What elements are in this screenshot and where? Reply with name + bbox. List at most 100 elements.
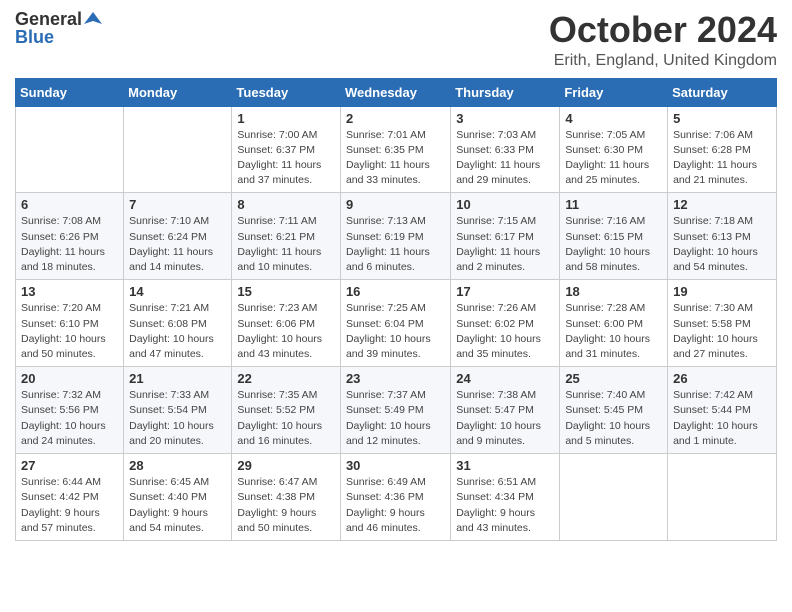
month-title: October 2024 bbox=[549, 10, 777, 50]
day-info: Sunrise: 7:10 AM Sunset: 6:24 PM Dayligh… bbox=[129, 214, 226, 275]
day-info: Sunrise: 7:23 AM Sunset: 6:06 PM Dayligh… bbox=[237, 301, 335, 362]
weekday-header-wednesday: Wednesday bbox=[340, 78, 450, 106]
day-cell: 10 Sunrise: 7:15 AM Sunset: 6:17 PM Dayli… bbox=[451, 193, 560, 280]
day-number: 9 bbox=[346, 197, 445, 212]
day-info: Sunrise: 6:45 AM Sunset: 4:40 PM Dayligh… bbox=[129, 475, 226, 536]
title-section: October 2024 Erith, England, United King… bbox=[549, 10, 777, 70]
day-info: Sunrise: 7:11 AM Sunset: 6:21 PM Dayligh… bbox=[237, 214, 335, 275]
day-cell: 3Sunrise: 7:03 AM Sunset: 6:33 PM Daylig… bbox=[451, 106, 560, 193]
day-cell: 14 Sunrise: 7:21 AM Sunset: 6:08 PM Dayli… bbox=[124, 280, 232, 367]
day-cell: 21 Sunrise: 7:33 AM Sunset: 5:54 PM Dayli… bbox=[124, 367, 232, 454]
day-number: 19 bbox=[673, 284, 771, 299]
day-info: Sunrise: 7:01 AM Sunset: 6:35 PM Dayligh… bbox=[346, 128, 445, 189]
day-info: Sunrise: 7:35 AM Sunset: 5:52 PM Dayligh… bbox=[237, 388, 335, 449]
day-number: 6 bbox=[21, 197, 118, 212]
day-cell: 16 Sunrise: 7:25 AM Sunset: 6:04 PM Dayli… bbox=[340, 280, 450, 367]
weekday-header-saturday: Saturday bbox=[668, 78, 777, 106]
day-number: 11 bbox=[565, 197, 662, 212]
day-number: 12 bbox=[673, 197, 771, 212]
day-info: Sunrise: 7:25 AM Sunset: 6:04 PM Dayligh… bbox=[346, 301, 445, 362]
page-header: General Blue October 2024 Erith, England… bbox=[15, 10, 777, 70]
day-info: Sunrise: 7:30 AM Sunset: 5:58 PM Dayligh… bbox=[673, 301, 771, 362]
day-number: 18 bbox=[565, 284, 662, 299]
day-number: 24 bbox=[456, 371, 554, 386]
day-info: Sunrise: 7:32 AM Sunset: 5:56 PM Dayligh… bbox=[21, 388, 118, 449]
day-info: Sunrise: 6:47 AM Sunset: 4:38 PM Dayligh… bbox=[237, 475, 335, 536]
day-number: 22 bbox=[237, 371, 335, 386]
logo-general-text: General bbox=[15, 10, 82, 28]
day-cell: 22 Sunrise: 7:35 AM Sunset: 5:52 PM Dayli… bbox=[232, 367, 341, 454]
day-info: Sunrise: 7:05 AM Sunset: 6:30 PM Dayligh… bbox=[565, 128, 662, 189]
day-cell: 24 Sunrise: 7:38 AM Sunset: 5:47 PM Dayli… bbox=[451, 367, 560, 454]
day-info: Sunrise: 7:18 AM Sunset: 6:13 PM Dayligh… bbox=[673, 214, 771, 275]
day-cell: 28 Sunrise: 6:45 AM Sunset: 4:40 PM Dayli… bbox=[124, 454, 232, 541]
day-cell: 26 Sunrise: 7:42 AM Sunset: 5:44 PM Dayli… bbox=[668, 367, 777, 454]
weekday-header-thursday: Thursday bbox=[451, 78, 560, 106]
day-number: 16 bbox=[346, 284, 445, 299]
weekday-header-tuesday: Tuesday bbox=[232, 78, 341, 106]
weekday-header-friday: Friday bbox=[560, 78, 668, 106]
day-number: 28 bbox=[129, 458, 226, 473]
day-cell: 12 Sunrise: 7:18 AM Sunset: 6:13 PM Dayli… bbox=[668, 193, 777, 280]
day-cell: 15 Sunrise: 7:23 AM Sunset: 6:06 PM Dayli… bbox=[232, 280, 341, 367]
day-cell: 5 Sunrise: 7:06 AM Sunset: 6:28 PM Daylig… bbox=[668, 106, 777, 193]
day-cell: 1Sunrise: 7:00 AM Sunset: 6:37 PM Daylig… bbox=[232, 106, 341, 193]
day-number: 21 bbox=[129, 371, 226, 386]
day-cell bbox=[668, 454, 777, 541]
day-info: Sunrise: 6:49 AM Sunset: 4:36 PM Dayligh… bbox=[346, 475, 445, 536]
week-row-1: 1Sunrise: 7:00 AM Sunset: 6:37 PM Daylig… bbox=[16, 106, 777, 193]
day-cell: 6Sunrise: 7:08 AM Sunset: 6:26 PM Daylig… bbox=[16, 193, 124, 280]
day-number: 29 bbox=[237, 458, 335, 473]
location-title: Erith, England, United Kingdom bbox=[549, 52, 777, 70]
day-number: 15 bbox=[237, 284, 335, 299]
day-info: Sunrise: 7:13 AM Sunset: 6:19 PM Dayligh… bbox=[346, 214, 445, 275]
day-info: Sunrise: 7:42 AM Sunset: 5:44 PM Dayligh… bbox=[673, 388, 771, 449]
day-info: Sunrise: 7:33 AM Sunset: 5:54 PM Dayligh… bbox=[129, 388, 226, 449]
day-cell: 31 Sunrise: 6:51 AM Sunset: 4:34 PM Dayli… bbox=[451, 454, 560, 541]
day-cell bbox=[16, 106, 124, 193]
day-cell: 19 Sunrise: 7:30 AM Sunset: 5:58 PM Dayli… bbox=[668, 280, 777, 367]
day-info: Sunrise: 7:26 AM Sunset: 6:02 PM Dayligh… bbox=[456, 301, 554, 362]
day-cell: 20 Sunrise: 7:32 AM Sunset: 5:56 PM Dayli… bbox=[16, 367, 124, 454]
day-cell: 13Sunrise: 7:20 AM Sunset: 6:10 PM Dayli… bbox=[16, 280, 124, 367]
day-number: 5 bbox=[673, 111, 771, 126]
day-number: 3 bbox=[456, 111, 554, 126]
day-number: 10 bbox=[456, 197, 554, 212]
week-row-3: 13Sunrise: 7:20 AM Sunset: 6:10 PM Dayli… bbox=[16, 280, 777, 367]
weekday-header-sunday: Sunday bbox=[16, 78, 124, 106]
day-cell: 18 Sunrise: 7:28 AM Sunset: 6:00 PM Dayli… bbox=[560, 280, 668, 367]
weekday-header-row: SundayMondayTuesdayWednesdayThursdayFrid… bbox=[16, 78, 777, 106]
week-row-5: 27Sunrise: 6:44 AM Sunset: 4:42 PM Dayli… bbox=[16, 454, 777, 541]
day-cell: 23 Sunrise: 7:37 AM Sunset: 5:49 PM Dayli… bbox=[340, 367, 450, 454]
logo-blue-text: Blue bbox=[15, 28, 54, 46]
day-info: Sunrise: 7:15 AM Sunset: 6:17 PM Dayligh… bbox=[456, 214, 554, 275]
day-info: Sunrise: 7:28 AM Sunset: 6:00 PM Dayligh… bbox=[565, 301, 662, 362]
week-row-2: 6Sunrise: 7:08 AM Sunset: 6:26 PM Daylig… bbox=[16, 193, 777, 280]
day-info: Sunrise: 7:06 AM Sunset: 6:28 PM Dayligh… bbox=[673, 128, 771, 189]
day-info: Sunrise: 7:37 AM Sunset: 5:49 PM Dayligh… bbox=[346, 388, 445, 449]
day-info: Sunrise: 7:40 AM Sunset: 5:45 PM Dayligh… bbox=[565, 388, 662, 449]
day-number: 27 bbox=[21, 458, 118, 473]
day-info: Sunrise: 7:21 AM Sunset: 6:08 PM Dayligh… bbox=[129, 301, 226, 362]
day-number: 26 bbox=[673, 371, 771, 386]
day-info: Sunrise: 6:51 AM Sunset: 4:34 PM Dayligh… bbox=[456, 475, 554, 536]
day-number: 30 bbox=[346, 458, 445, 473]
day-info: Sunrise: 7:38 AM Sunset: 5:47 PM Dayligh… bbox=[456, 388, 554, 449]
day-number: 7 bbox=[129, 197, 226, 212]
day-cell: 25 Sunrise: 7:40 AM Sunset: 5:45 PM Dayli… bbox=[560, 367, 668, 454]
day-cell: 9 Sunrise: 7:13 AM Sunset: 6:19 PM Daylig… bbox=[340, 193, 450, 280]
week-row-4: 20 Sunrise: 7:32 AM Sunset: 5:56 PM Dayli… bbox=[16, 367, 777, 454]
day-number: 4 bbox=[565, 111, 662, 126]
day-number: 25 bbox=[565, 371, 662, 386]
day-number: 31 bbox=[456, 458, 554, 473]
day-cell: 27Sunrise: 6:44 AM Sunset: 4:42 PM Dayli… bbox=[16, 454, 124, 541]
day-cell: 7 Sunrise: 7:10 AM Sunset: 6:24 PM Daylig… bbox=[124, 193, 232, 280]
day-number: 8 bbox=[237, 197, 335, 212]
day-number: 20 bbox=[21, 371, 118, 386]
day-number: 2 bbox=[346, 111, 445, 126]
day-info: Sunrise: 7:16 AM Sunset: 6:15 PM Dayligh… bbox=[565, 214, 662, 275]
day-number: 23 bbox=[346, 371, 445, 386]
day-number: 14 bbox=[129, 284, 226, 299]
weekday-header-monday: Monday bbox=[124, 78, 232, 106]
day-cell: 4 Sunrise: 7:05 AM Sunset: 6:30 PM Daylig… bbox=[560, 106, 668, 193]
